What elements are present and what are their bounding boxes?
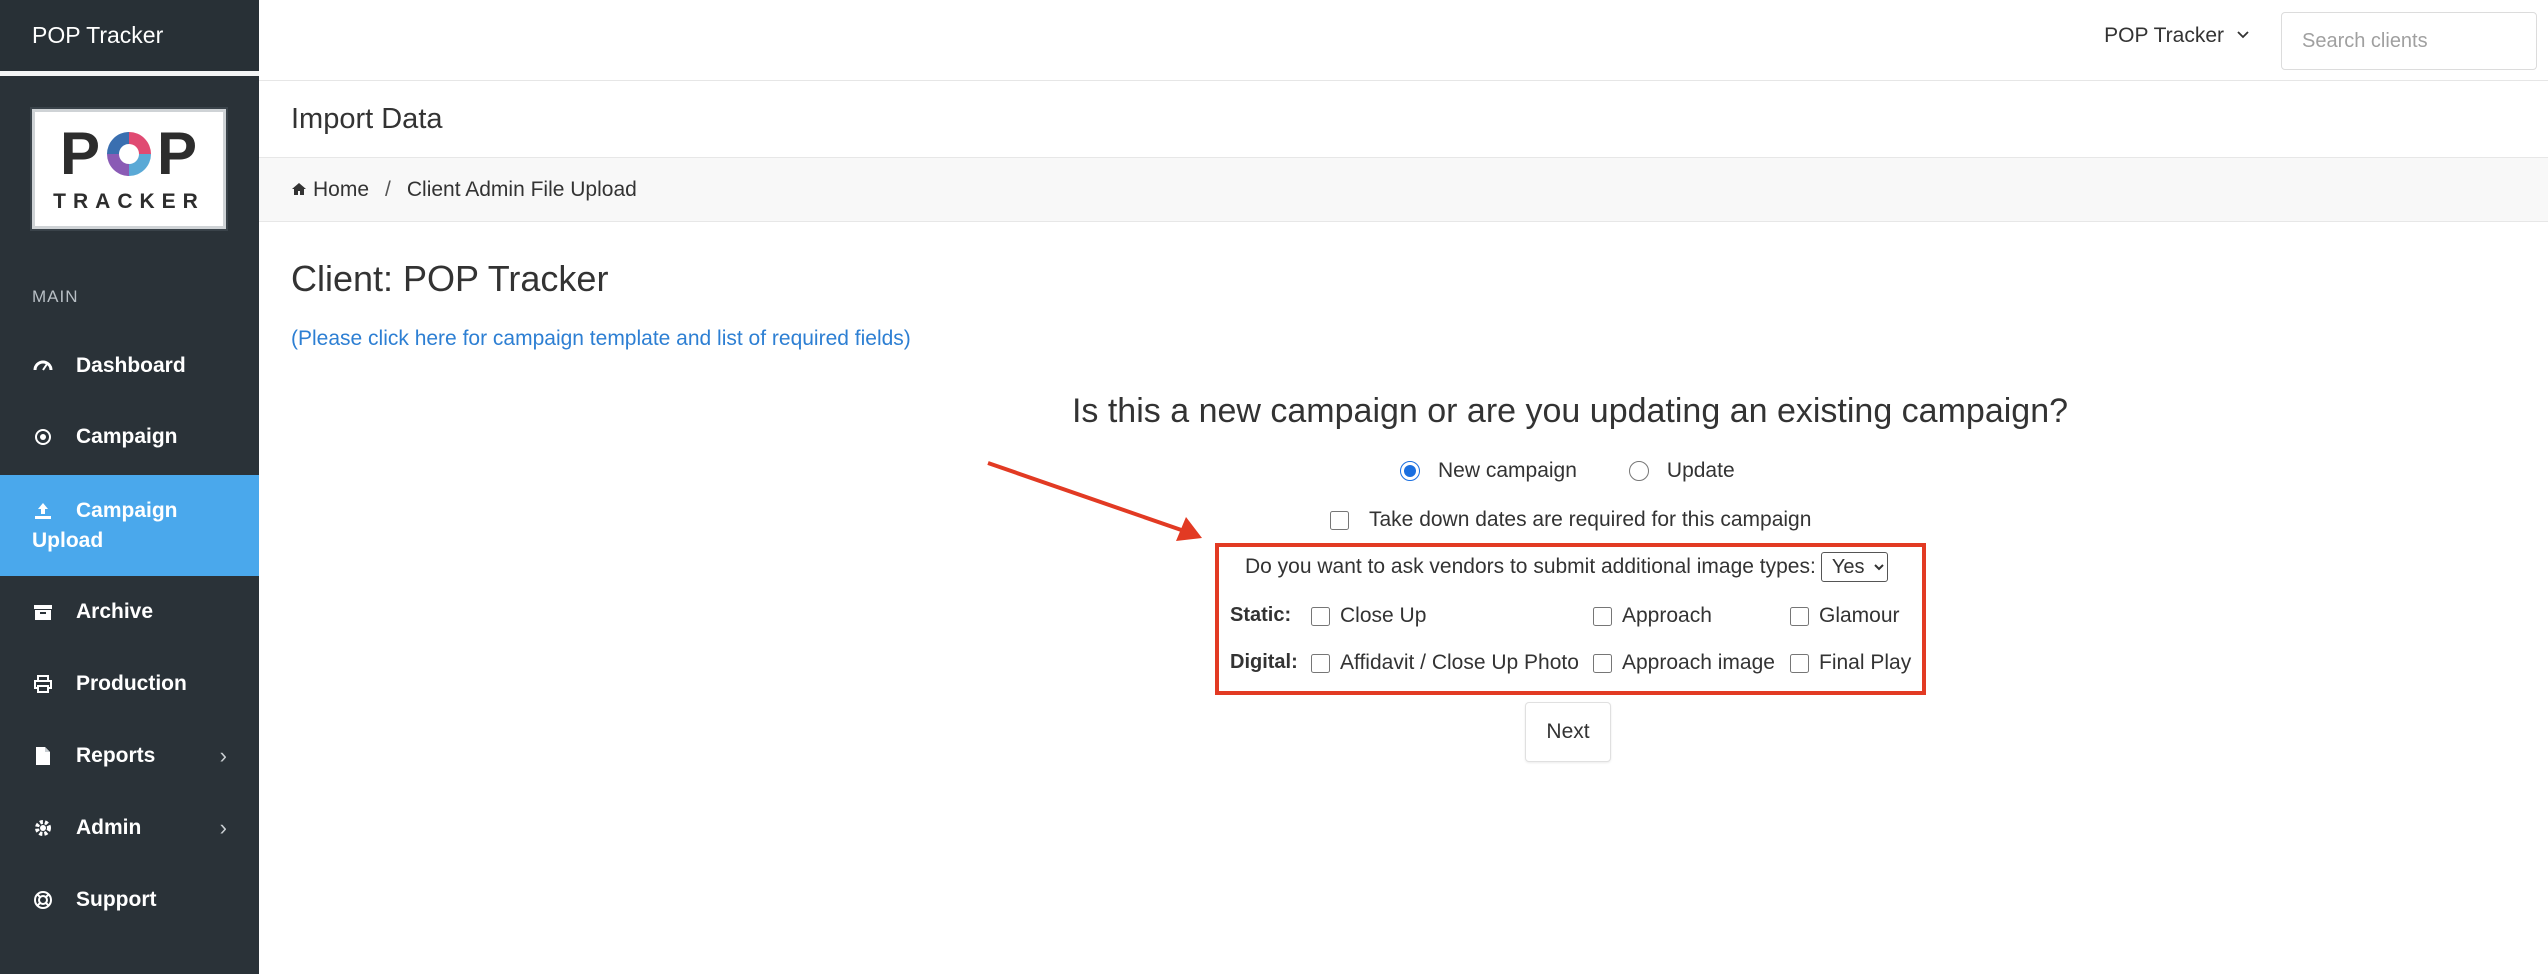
- sidebar-item-archive[interactable]: Archive: [0, 590, 259, 634]
- logo-wordmark: P P: [59, 120, 199, 187]
- new-campaign-radio[interactable]: [1400, 461, 1420, 481]
- breadcrumb-current: Client Admin File Upload: [406, 177, 637, 201]
- option-label: Close Up: [1340, 604, 1427, 627]
- chevron-right-icon: ›: [219, 743, 227, 768]
- sidebar-item-admin[interactable]: Admin ›: [0, 806, 259, 850]
- client-selector-label: POP Tracker: [2104, 24, 2224, 47]
- update-radio[interactable]: [1628, 461, 1649, 481]
- sidebar-item-dashboard[interactable]: Dashboard: [0, 344, 259, 388]
- top-bar: POP Tracker: [259, 0, 2548, 81]
- option-label: Approach image: [1622, 651, 1775, 674]
- sidebar-item-production[interactable]: Production: [0, 662, 259, 706]
- home-icon: [291, 178, 307, 202]
- digital-affidavit-option[interactable]: Affidavit / Close Up Photo: [1311, 651, 1579, 675]
- digital-affidavit-checkbox[interactable]: [1311, 653, 1330, 673]
- digital-label: Digital:: [1230, 651, 1298, 673]
- breadcrumb-separator: /: [385, 177, 391, 201]
- breadcrumb: Home / Client Admin File Upload: [259, 157, 2548, 222]
- takedown-checkbox[interactable]: [1330, 510, 1349, 530]
- ask-vendors-select[interactable]: Yes: [1820, 552, 1888, 582]
- takedown-label: Take down dates are required for this ca…: [1369, 508, 1812, 531]
- print-icon: [32, 673, 54, 695]
- sidebar-item-label: Reports: [76, 744, 156, 767]
- sidebar-section-main: MAIN: [32, 287, 79, 306]
- sidebar-item-label: Admin: [76, 816, 142, 839]
- sidebar-item-label-line2: Upload: [32, 528, 104, 552]
- pop-tracker-logo: P P TRACKER: [32, 109, 226, 229]
- new-campaign-label: New campaign: [1438, 459, 1577, 482]
- digital-approach-image-checkbox[interactable]: [1593, 653, 1612, 673]
- campaign-type-radios: New campaign Update: [1400, 459, 1787, 483]
- campaign-template-link[interactable]: (Please click here for campaign template…: [291, 327, 911, 351]
- target-icon: [32, 426, 54, 448]
- option-label: Final Play: [1819, 651, 1912, 674]
- static-label: Static:: [1230, 604, 1292, 626]
- upload-icon: [32, 500, 54, 522]
- option-label: Glamour: [1819, 604, 1900, 627]
- sidebar-item-label: Support: [76, 888, 157, 911]
- takedown-option[interactable]: Take down dates are required for this ca…: [1330, 508, 1811, 532]
- sidebar-item-label-line1: Campaign: [76, 498, 178, 522]
- option-label: Affidavit / Close Up Photo: [1340, 651, 1579, 674]
- chevron-down-icon: [2236, 27, 2250, 45]
- sidebar: POP Tracker P P TRACKER MAIN Dashboard C…: [0, 0, 259, 974]
- campaign-question: Is this a new campaign or are you updati…: [1071, 392, 2069, 430]
- next-button[interactable]: Next: [1525, 702, 1611, 762]
- static-close-up-checkbox[interactable]: [1311, 606, 1330, 626]
- sidebar-item-label: Dashboard: [76, 354, 186, 377]
- sidebar-item-label: Campaign: [76, 425, 178, 448]
- sidebar-item-label: Production: [76, 672, 187, 695]
- static-glamour-checkbox[interactable]: [1790, 606, 1809, 626]
- static-close-up-option[interactable]: Close Up: [1311, 604, 1426, 628]
- logo-o-icon: [107, 132, 151, 176]
- sidebar-item-campaign-upload[interactable]: Campaign Upload: [0, 475, 259, 576]
- sidebar-item-support[interactable]: Support: [0, 878, 259, 922]
- dashboard-icon: [32, 355, 54, 377]
- static-approach-option[interactable]: Approach: [1593, 604, 1712, 628]
- annotation-arrow: [987, 461, 1202, 541]
- ask-vendors-row: Do you want to ask vendors to submit add…: [1245, 552, 1888, 582]
- file-icon: [32, 745, 54, 767]
- digital-approach-image-option[interactable]: Approach image: [1593, 651, 1775, 675]
- sidebar-item-label: Archive: [76, 600, 154, 623]
- option-label: Approach: [1622, 604, 1712, 627]
- digital-final-play-checkbox[interactable]: [1790, 653, 1809, 673]
- search-clients-input[interactable]: [2281, 12, 2537, 70]
- new-campaign-option[interactable]: New campaign: [1400, 459, 1577, 483]
- ask-vendors-label: Do you want to ask vendors to submit add…: [1245, 555, 1816, 578]
- logo-subtext: TRACKER: [53, 190, 205, 213]
- chevron-right-icon: ›: [219, 815, 227, 840]
- gear-icon: [32, 817, 54, 839]
- archive-icon: [32, 601, 54, 623]
- update-option[interactable]: Update: [1628, 459, 1735, 483]
- sidebar-item-campaign[interactable]: Campaign: [0, 415, 259, 459]
- static-approach-checkbox[interactable]: [1593, 606, 1612, 626]
- app-brand[interactable]: POP Tracker: [0, 0, 259, 76]
- update-label: Update: [1666, 459, 1735, 482]
- static-glamour-option[interactable]: Glamour: [1790, 604, 1900, 628]
- lifebuoy-icon: [32, 889, 54, 911]
- client-selector[interactable]: POP Tracker: [2104, 24, 2250, 48]
- page-title: Import Data: [259, 81, 2548, 157]
- sidebar-item-reports[interactable]: Reports ›: [0, 734, 259, 778]
- digital-final-play-option[interactable]: Final Play: [1790, 651, 1911, 675]
- breadcrumb-home-link[interactable]: Home: [313, 178, 369, 202]
- client-title: Client: POP Tracker: [291, 258, 609, 299]
